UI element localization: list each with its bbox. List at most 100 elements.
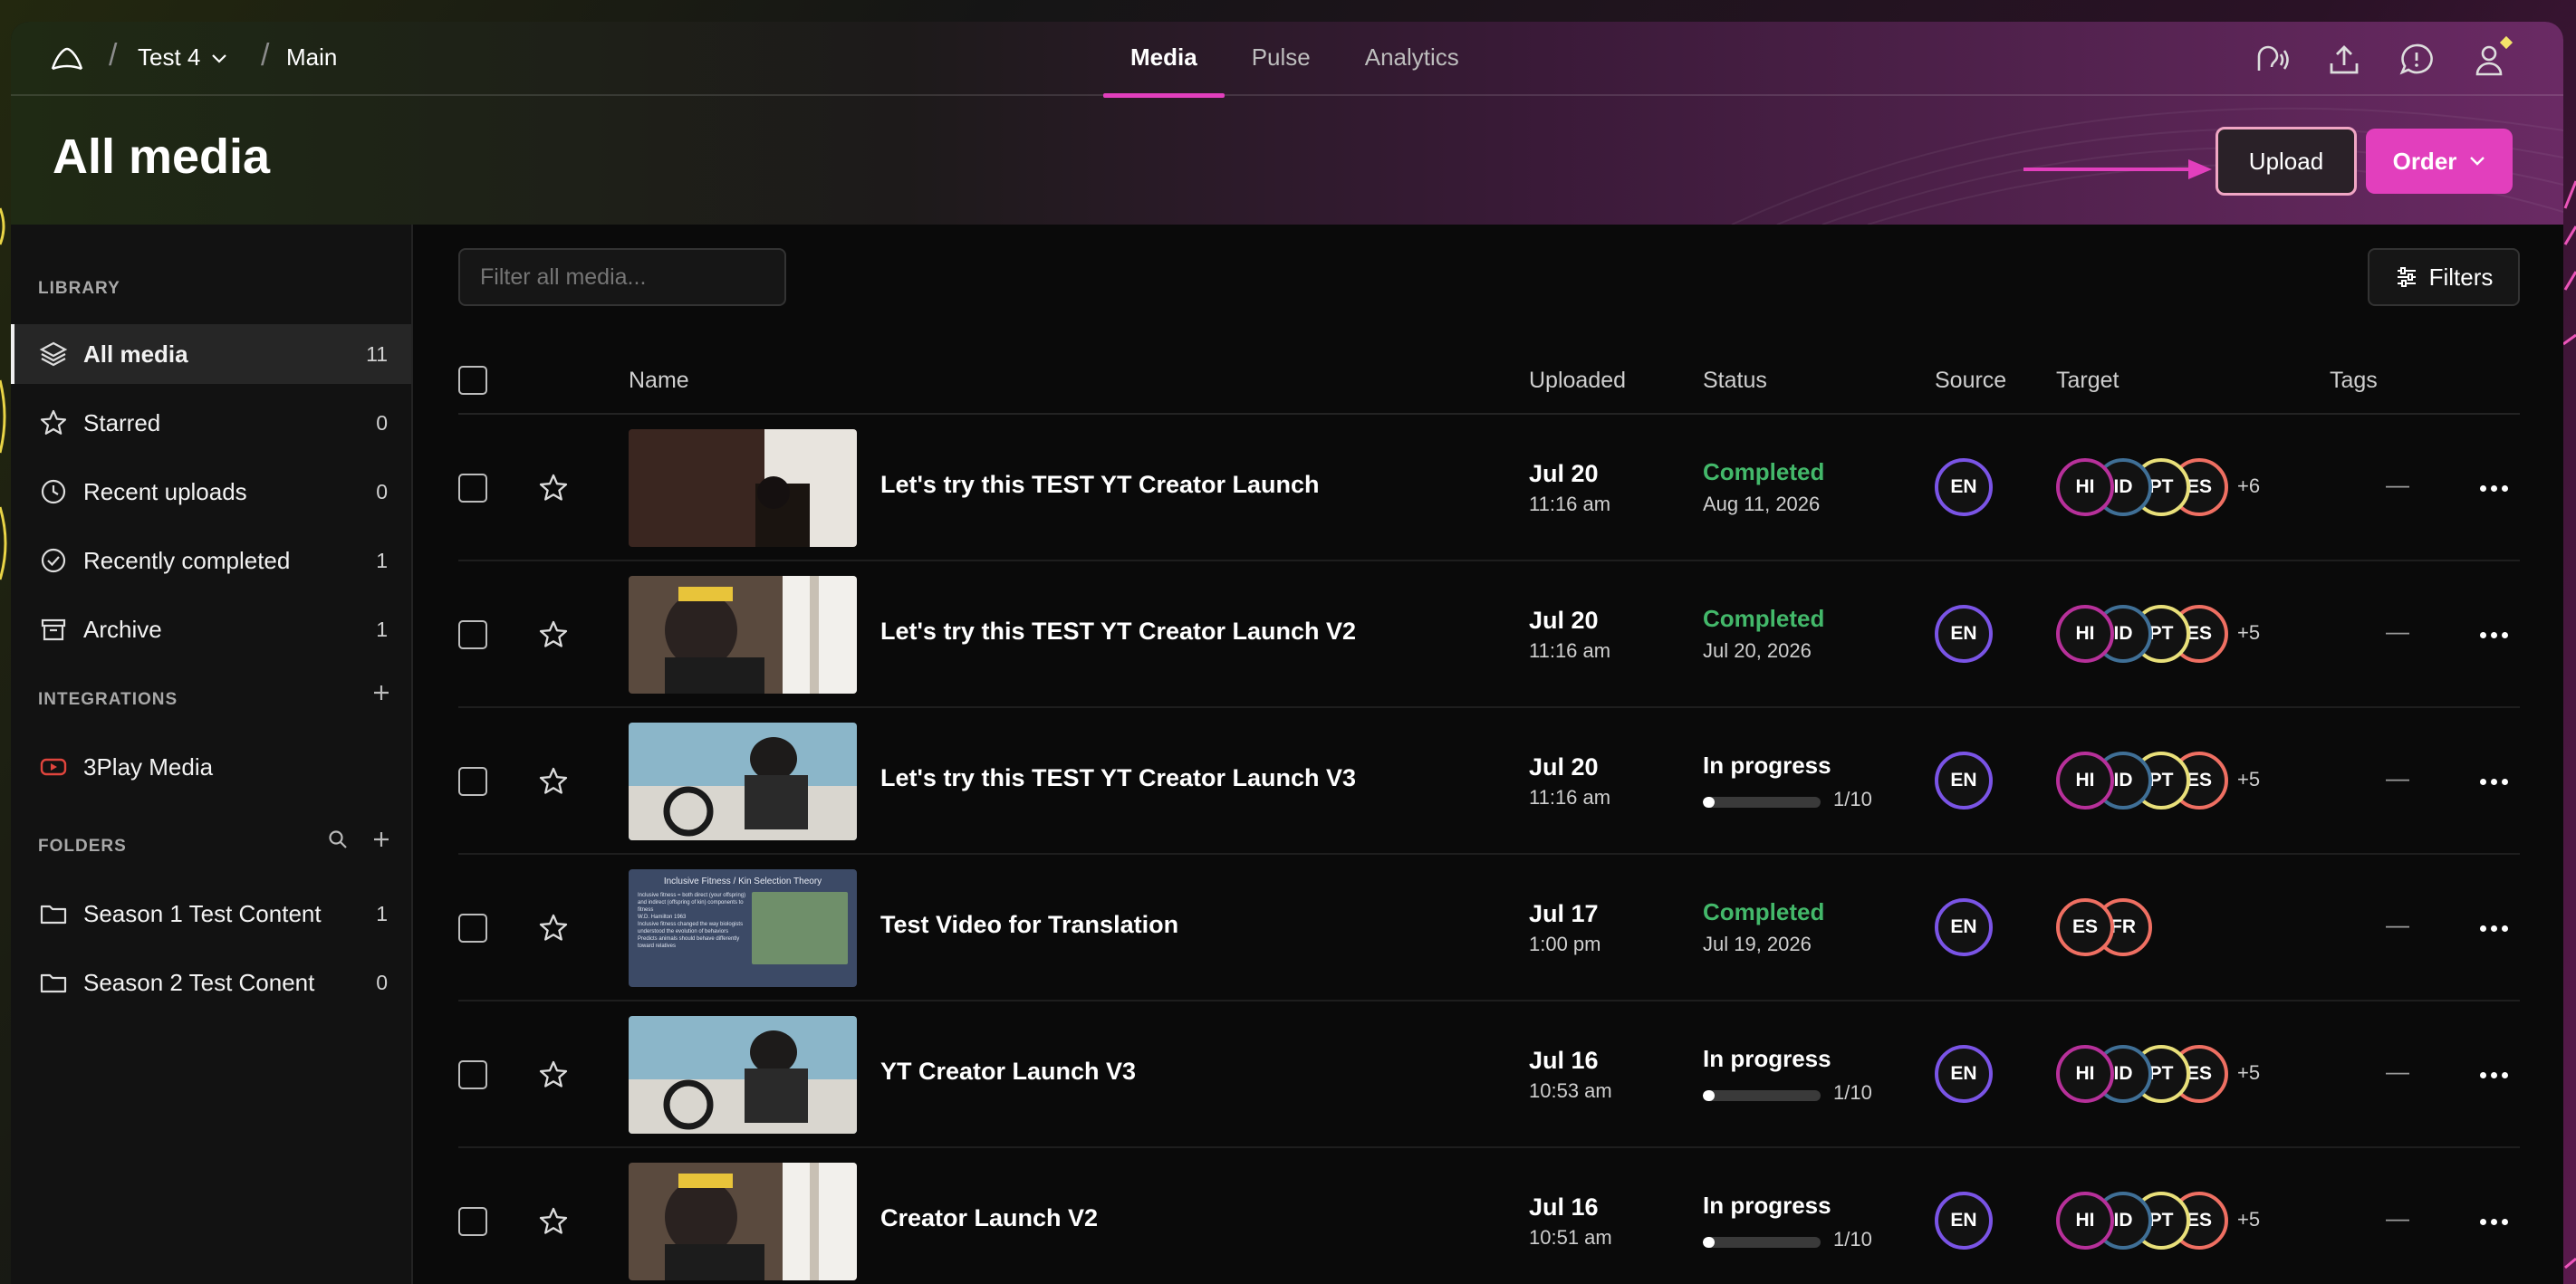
source-language-badge: EN [1935, 752, 1993, 810]
target-language-badge: HI [2056, 1192, 2114, 1250]
sidebar-item-archive[interactable]: Archive 1 [11, 599, 411, 659]
uploaded-date: Jul 16 [1529, 1047, 1599, 1074]
status-label: Completed [1703, 458, 1825, 485]
media-name[interactable]: Let's try this TEST YT Creator Launch V3 [880, 764, 1356, 792]
search-icon[interactable] [328, 829, 348, 849]
more-actions-button[interactable] [2480, 925, 2508, 932]
target-languages: HI ID PT ES +5 [2056, 605, 2292, 663]
more-actions-button[interactable] [2480, 1219, 2508, 1225]
sidebar-item-starred[interactable]: Starred 0 [11, 393, 411, 453]
sidebar-item-all-media[interactable]: All media 11 [11, 324, 411, 384]
star-icon[interactable] [536, 1204, 571, 1239]
table-row[interactable]: Creator Launch V2 Jul 16 10:51 am In pro… [458, 1148, 2520, 1284]
target-language-badge: HI [2056, 458, 2114, 516]
more-actions-button[interactable] [2480, 632, 2508, 638]
voice-icon[interactable] [2252, 40, 2292, 80]
folder-item[interactable]: Season 1 Test Content 1 [11, 884, 411, 944]
media-name[interactable]: Let's try this TEST YT Creator Launch [880, 471, 1320, 499]
upload-icon[interactable] [2324, 40, 2364, 80]
media-name[interactable]: Let's try this TEST YT Creator Launch V2 [880, 618, 1356, 646]
row-checkbox[interactable] [458, 914, 487, 943]
star-icon[interactable] [536, 1058, 571, 1092]
table-row[interactable]: Let's try this TEST YT Creator Launch Ju… [458, 415, 2520, 561]
target-languages: HI ID PT ES +5 [2056, 1192, 2292, 1250]
order-button[interactable]: Order [2366, 129, 2513, 194]
select-all-checkbox[interactable] [458, 366, 487, 395]
column-status[interactable]: Status [1703, 368, 1767, 394]
completed-date: Jul 19, 2026 [1703, 933, 1812, 955]
column-name[interactable]: Name [629, 368, 689, 394]
chevron-down-icon [212, 54, 227, 63]
more-targets-count: +5 [2237, 1061, 2261, 1084]
more-actions-button[interactable] [2480, 485, 2508, 492]
slide-title: Inclusive Fitness / Kin Selection Theory [663, 877, 822, 886]
source-language-badge: EN [1935, 898, 1993, 956]
column-target[interactable]: Target [2056, 368, 2119, 394]
target-language-badge: HI [2056, 752, 2114, 810]
table-row[interactable]: YT Creator Launch V3 Jul 16 10:53 am In … [458, 1001, 2520, 1148]
plus-icon[interactable] [371, 829, 391, 849]
video-thumbnail[interactable] [629, 723, 857, 840]
tab-analytics[interactable]: Analytics [1338, 22, 1486, 96]
progress-bar [1703, 1237, 1821, 1248]
more-targets-count: +5 [2237, 768, 2261, 791]
more-actions-button[interactable] [2480, 1072, 2508, 1078]
star-icon[interactable] [536, 471, 571, 505]
row-checkbox[interactable] [458, 1207, 487, 1236]
star-icon[interactable] [536, 618, 571, 652]
upload-button[interactable]: Upload [2216, 127, 2357, 196]
sidebar-item-recent-uploads[interactable]: Recent uploads 0 [11, 462, 411, 522]
column-uploaded[interactable]: Uploaded [1529, 368, 1626, 394]
table-row[interactable]: Let's try this TEST YT Creator Launch V3… [458, 708, 2520, 855]
row-checkbox[interactable] [458, 1060, 487, 1089]
target-languages: ES FR [2056, 898, 2292, 956]
progress-fill [1703, 1237, 1715, 1248]
workspace-switcher[interactable]: Test 4 [138, 43, 227, 72]
video-thumbnail[interactable] [629, 576, 857, 694]
more-targets-count: +6 [2237, 474, 2261, 497]
chevron-down-icon [2470, 157, 2485, 166]
video-thumbnail[interactable] [629, 1163, 857, 1280]
table-row[interactable]: Inclusive Fitness / Kin Selection Theory… [458, 855, 2520, 1001]
more-targets-count: +5 [2237, 621, 2261, 644]
plus-icon[interactable] [371, 683, 391, 703]
integrations-label: INTEGRATIONS [38, 690, 178, 709]
star-icon[interactable] [536, 764, 571, 799]
breadcrumb-main[interactable]: Main [286, 43, 337, 72]
media-name[interactable]: Creator Launch V2 [880, 1204, 1098, 1232]
source-language-badge: EN [1935, 458, 1993, 516]
sidebar-item-count: 1 [376, 548, 388, 572]
filters-button[interactable]: Filters [2368, 248, 2520, 306]
status-label: In progress [1703, 1045, 1831, 1072]
video-thumbnail[interactable]: Inclusive Fitness / Kin Selection Theory… [629, 869, 857, 987]
account-button[interactable] [2469, 35, 2514, 80]
video-thumbnail[interactable] [629, 1016, 857, 1134]
chat-icon[interactable] [2397, 40, 2437, 80]
row-checkbox[interactable] [458, 620, 487, 649]
completed-date: Jul 20, 2026 [1703, 639, 1812, 662]
sidebar-item-label: Recently completed [83, 546, 291, 574]
folder-item[interactable]: Season 2 Test Conent 0 [11, 953, 411, 1012]
row-checkbox[interactable] [458, 767, 487, 796]
star-icon[interactable] [536, 911, 571, 945]
column-tags[interactable]: Tags [2330, 368, 2378, 394]
tab-media[interactable]: Media [1103, 22, 1225, 98]
app-logo-icon[interactable] [49, 42, 85, 78]
tab-pulse[interactable]: Pulse [1225, 22, 1338, 96]
sidebar-item-3play-media[interactable]: 3Play Media [11, 737, 411, 797]
slide-bullets: Inclusive fitness = both direct (your of… [638, 892, 746, 964]
integrations-actions [371, 683, 391, 703]
column-source[interactable]: Source [1935, 368, 2006, 394]
media-name[interactable]: Test Video for Translation [880, 911, 1178, 939]
progress-count: 1/10 [1833, 1081, 1872, 1104]
table-row[interactable]: Let's try this TEST YT Creator Launch V2… [458, 561, 2520, 708]
media-name[interactable]: YT Creator Launch V3 [880, 1058, 1136, 1086]
star-icon [40, 409, 67, 435]
sidebar-item-recently-completed[interactable]: Recently completed 1 [11, 531, 411, 590]
row-checkbox[interactable] [458, 474, 487, 503]
table-header: Name Uploaded Status Source Target Tags [458, 351, 2520, 415]
filter-input[interactable] [458, 248, 786, 306]
folder-icon [40, 973, 67, 993]
video-thumbnail[interactable] [629, 429, 857, 547]
more-actions-button[interactable] [2480, 779, 2508, 785]
